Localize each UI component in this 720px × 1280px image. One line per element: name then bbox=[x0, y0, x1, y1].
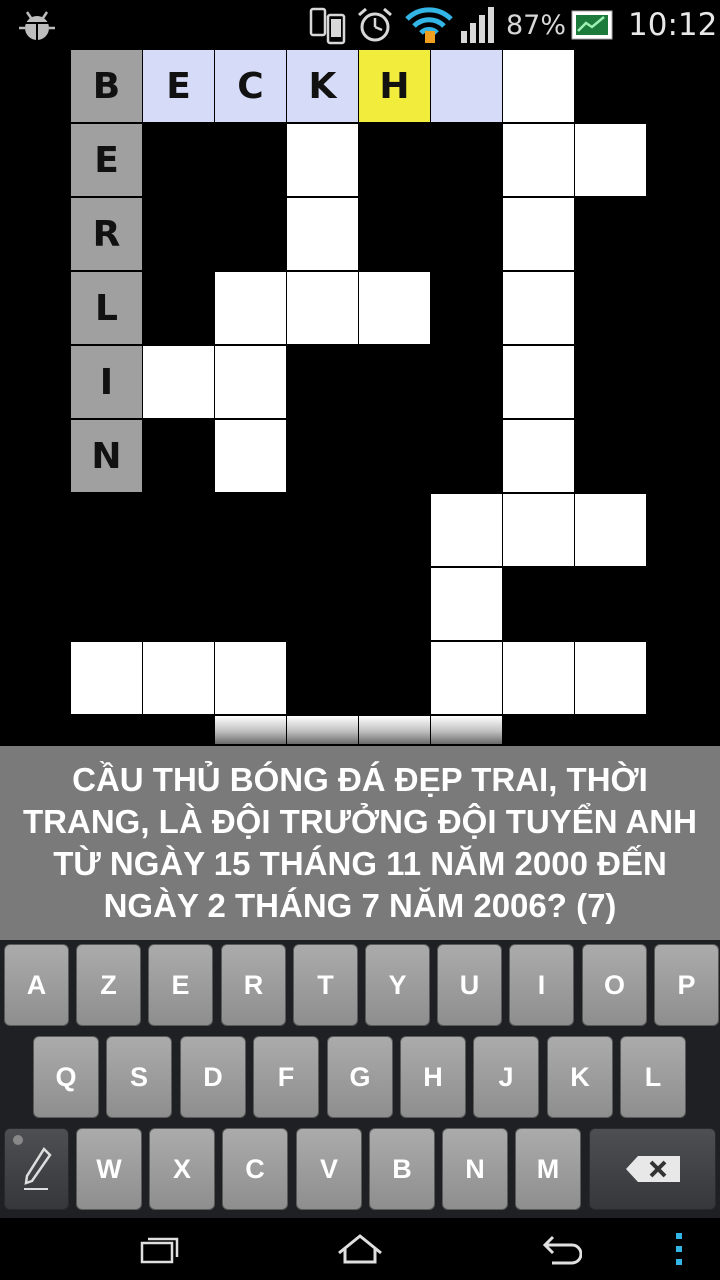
grid-cell[interactable] bbox=[359, 716, 430, 744]
key-n[interactable]: N bbox=[442, 1128, 508, 1210]
grid-cell[interactable] bbox=[503, 124, 574, 196]
grid-cell[interactable] bbox=[431, 494, 502, 566]
navigation-bar bbox=[0, 1218, 720, 1280]
grid-cell[interactable] bbox=[287, 124, 358, 196]
key-l[interactable]: L bbox=[620, 1036, 686, 1118]
key-d[interactable]: D bbox=[180, 1036, 246, 1118]
signal-strength-icon bbox=[458, 0, 500, 50]
grid-cell[interactable]: L bbox=[71, 272, 142, 344]
grid-cell[interactable] bbox=[431, 568, 502, 640]
home-icon[interactable] bbox=[330, 1218, 390, 1280]
key-c[interactable]: C bbox=[222, 1128, 288, 1210]
grid-cell[interactable] bbox=[575, 642, 646, 714]
grid-cell[interactable]: E bbox=[71, 124, 142, 196]
key-h[interactable]: H bbox=[400, 1036, 466, 1118]
clue-text: CẦU THỦ BÓNG ĐÁ ĐẸP TRAI, THỜI TRANG, LÀ… bbox=[23, 761, 697, 924]
grid-cell[interactable] bbox=[503, 346, 574, 418]
key-s[interactable]: S bbox=[106, 1036, 172, 1118]
grid-cell[interactable] bbox=[503, 642, 574, 714]
key-m[interactable]: M bbox=[515, 1128, 581, 1210]
key-w[interactable]: W bbox=[76, 1128, 142, 1210]
key-p[interactable]: P bbox=[654, 944, 719, 1026]
phone-sync-icon bbox=[308, 0, 348, 50]
key-y[interactable]: Y bbox=[365, 944, 430, 1026]
handwriting-button[interactable] bbox=[4, 1128, 69, 1210]
key-j[interactable]: J bbox=[473, 1036, 539, 1118]
backspace-icon bbox=[624, 1154, 682, 1184]
grid-cell[interactable] bbox=[215, 420, 286, 492]
key-o[interactable]: O bbox=[582, 944, 647, 1026]
key-a[interactable]: A bbox=[4, 944, 69, 1026]
grid-cell[interactable] bbox=[503, 420, 574, 492]
key-b[interactable]: B bbox=[369, 1128, 435, 1210]
grid-cell[interactable] bbox=[503, 272, 574, 344]
grid-cell[interactable] bbox=[431, 50, 502, 122]
letter-keyboard: AZERTYUIOP QSDFGHJKL WXCVBNM bbox=[0, 940, 720, 1218]
grid-cell[interactable]: H bbox=[359, 50, 430, 122]
grid-cell[interactable]: K bbox=[287, 50, 358, 122]
grid-cell[interactable]: N bbox=[71, 420, 142, 492]
backspace-button[interactable] bbox=[589, 1128, 716, 1210]
grid-cell[interactable] bbox=[431, 716, 502, 744]
grid-cell[interactable]: E bbox=[143, 50, 214, 122]
grid-cell[interactable] bbox=[215, 272, 286, 344]
key-v[interactable]: V bbox=[296, 1128, 362, 1210]
grid-cell[interactable] bbox=[503, 50, 574, 122]
grid-cell[interactable] bbox=[575, 124, 646, 196]
grid-cell[interactable] bbox=[503, 198, 574, 270]
grid-cell[interactable] bbox=[215, 346, 286, 418]
grid-cell[interactable] bbox=[287, 198, 358, 270]
key-z[interactable]: Z bbox=[76, 944, 141, 1026]
key-g[interactable]: G bbox=[327, 1036, 393, 1118]
grid-cell[interactable] bbox=[359, 272, 430, 344]
grid-cell[interactable] bbox=[287, 716, 358, 744]
clue-panel: CẦU THỦ BÓNG ĐÁ ĐẸP TRAI, THỜI TRANG, LÀ… bbox=[0, 746, 720, 940]
grid-cell[interactable] bbox=[575, 494, 646, 566]
crossword-grid[interactable]: BECKHERLIN bbox=[0, 50, 720, 746]
screenshot-notification-icon bbox=[570, 0, 614, 50]
overflow-menu-icon[interactable] bbox=[664, 1218, 694, 1280]
key-e[interactable]: E bbox=[148, 944, 213, 1026]
alarm-clock-icon bbox=[356, 0, 394, 50]
debug-bug-icon bbox=[18, 0, 56, 50]
clock-time: 10:12 bbox=[628, 7, 718, 43]
grid-cell[interactable] bbox=[143, 642, 214, 714]
wifi-icon bbox=[404, 0, 454, 50]
back-icon[interactable] bbox=[530, 1218, 590, 1280]
grid-cell[interactable] bbox=[287, 272, 358, 344]
grid-cell[interactable]: R bbox=[71, 198, 142, 270]
status-bar: 87% 10:12 bbox=[0, 0, 720, 50]
grid-cell[interactable]: C bbox=[215, 50, 286, 122]
grid-cell[interactable] bbox=[503, 494, 574, 566]
key-q[interactable]: Q bbox=[33, 1036, 99, 1118]
key-i[interactable]: I bbox=[509, 944, 574, 1026]
key-x[interactable]: X bbox=[149, 1128, 215, 1210]
grid-cell[interactable] bbox=[143, 346, 214, 418]
key-t[interactable]: T bbox=[293, 944, 358, 1026]
pencil-icon bbox=[20, 1145, 54, 1193]
grid-cell[interactable] bbox=[215, 716, 286, 744]
key-k[interactable]: K bbox=[547, 1036, 613, 1118]
grid-cell[interactable]: B bbox=[71, 50, 142, 122]
grid-cell[interactable] bbox=[71, 642, 142, 714]
battery-percent: 87% bbox=[506, 9, 567, 41]
grid-cell[interactable]: I bbox=[71, 346, 142, 418]
key-r[interactable]: R bbox=[221, 944, 286, 1026]
recent-apps-icon[interactable] bbox=[130, 1218, 190, 1280]
key-u[interactable]: U bbox=[437, 944, 502, 1026]
grid-cell[interactable] bbox=[215, 642, 286, 714]
key-f[interactable]: F bbox=[253, 1036, 319, 1118]
grid-cell[interactable] bbox=[431, 642, 502, 714]
